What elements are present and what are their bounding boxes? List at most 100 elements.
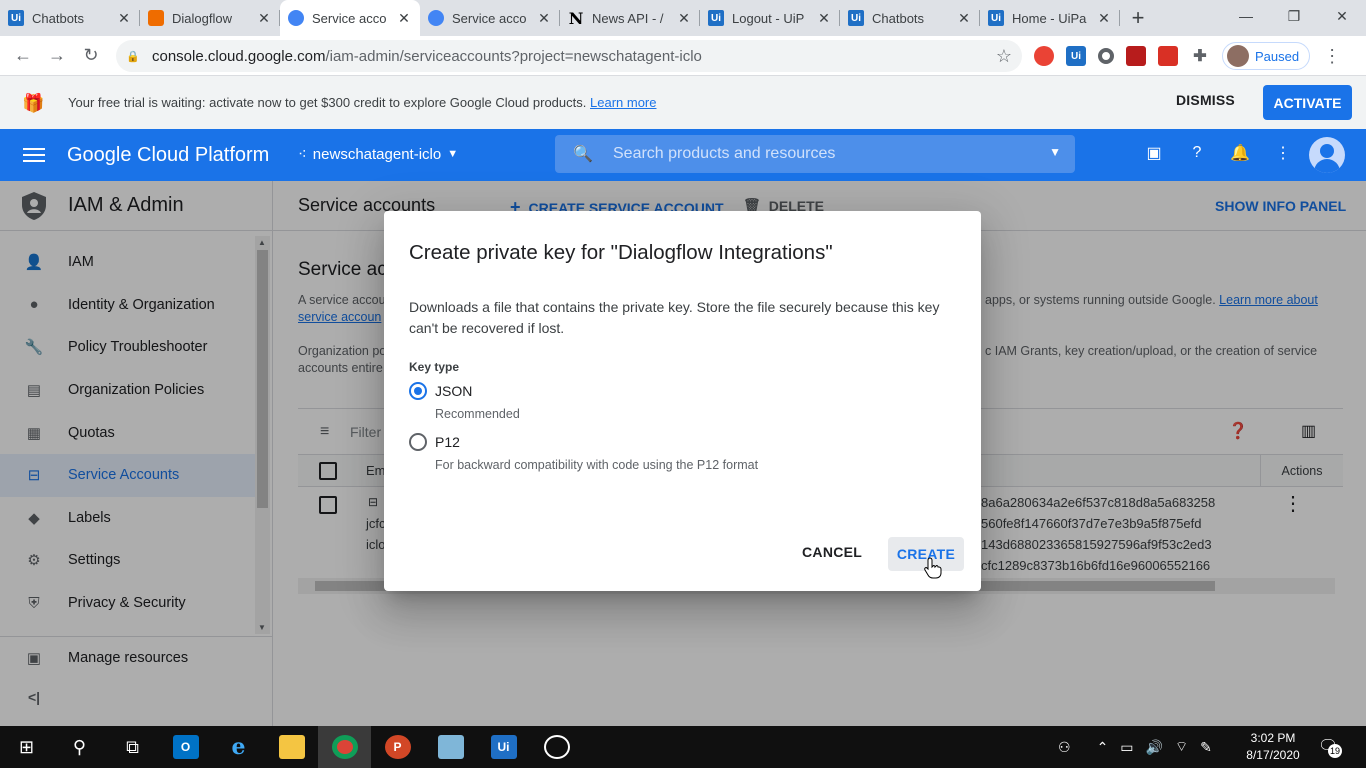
account-avatar[interactable] [1309,137,1345,173]
browser-tab-active[interactable]: Service acco ✕ [280,0,420,36]
file-explorer-icon[interactable] [265,726,318,768]
edge-icon[interactable]: e [212,726,265,768]
project-name: newschatagent-iclo [312,145,442,163]
cancel-button[interactable]: CANCEL [802,544,862,560]
p12-radio[interactable] [409,433,427,451]
profile-status: Paused [1255,48,1300,64]
chevron-down-icon: ▼ [447,148,459,160]
hand-cursor-icon [924,557,942,579]
url-host: console.cloud.google.com [152,47,326,65]
chrome-icon[interactable] [318,726,371,768]
json-option-label[interactable]: JSON [435,383,472,399]
browser-tab[interactable]: Ui Chatbots ✕ [840,0,980,36]
browser-tab[interactable]: Ui Home - UiPa ✕ [980,0,1120,36]
battery-icon[interactable]: ▭ [1120,739,1133,756]
browser-tab[interactable]: Ui Logout - UiP ✕ [700,0,840,36]
project-selector[interactable]: ⁖ newschatagent-iclo ▼ [298,145,459,164]
activate-button[interactable]: ACTIVATE [1263,85,1352,120]
close-window-icon[interactable]: ✕ [1318,0,1366,32]
clock-time: 3:02 PM [1250,731,1296,745]
back-icon[interactable]: ← [6,39,40,73]
taskbar-clock[interactable]: 3:02 PM 8/17/2020 [1238,730,1308,764]
hamburger-menu-icon[interactable] [23,144,45,166]
bell-icon[interactable]: 🔔 [1230,143,1250,163]
close-icon[interactable]: ✕ [536,10,552,27]
restore-icon[interactable]: ❐ [1270,0,1318,32]
clock-date: 8/17/2020 [1246,748,1300,762]
banner-message: Your free trial is waiting: activate now… [68,95,656,110]
gcp-shield-icon [428,10,444,26]
project-icon: ⁖ [298,146,307,163]
close-icon[interactable]: ✕ [1096,10,1112,27]
uipath-extension-icon[interactable]: Ui [1066,46,1086,66]
profile-button[interactable]: Paused [1222,42,1311,70]
gcp-brand[interactable]: Google Cloud Platform [67,144,269,167]
windows-start-icon[interactable]: ⊞ [0,726,53,768]
browser-menu-icon[interactable]: ⋮ [1322,46,1342,67]
tab-title: Service acco [312,10,387,26]
uipath-icon: Ui [8,10,24,26]
json-radio[interactable] [409,382,427,400]
minimize-icon[interactable]: — [1222,0,1270,32]
gcp-shield-icon [288,10,304,26]
volume-icon[interactable]: 🔊 [1146,739,1163,756]
learn-more-link[interactable]: Learn more [590,95,656,110]
browser-tab[interactable]: Service acco ✕ [420,0,560,36]
close-icon[interactable]: ✕ [256,10,272,27]
newsapi-icon: N [568,8,584,28]
tab-title: Logout - UiP [732,10,805,26]
notification-count: 19 [1328,744,1342,758]
browser-tab[interactable]: Ui Chatbots ✕ [0,0,140,36]
search-bar[interactable]: 🔍 Search products and resources ▼ [555,135,1075,173]
new-tab-button[interactable]: + [1120,0,1156,36]
chevron-up-icon[interactable]: ⌃ [1097,739,1109,756]
close-icon[interactable]: ✕ [956,10,972,27]
extensions-area: Ui ✚ Paused ⋮ [1034,42,1342,70]
action-center-icon[interactable]: 🗨19 [1318,736,1342,758]
dismiss-button[interactable]: DISMISS [1176,92,1235,108]
p12-option-label[interactable]: P12 [435,434,460,450]
uipath-studio-icon[interactable]: Ui [477,726,530,768]
cloud-shell-icon[interactable]: ▣ [1144,143,1164,163]
puzzle-icon[interactable]: ✚ [1190,46,1210,66]
obs-icon[interactable] [530,726,583,768]
gcp-header: Google Cloud Platform ⁖ newschatagent-icl… [0,129,1366,181]
outlook-icon[interactable]: O [159,726,212,768]
dialog-description: Downloads a file that contains the priva… [409,299,940,336]
people-icon[interactable]: ⚇ [1058,739,1071,756]
uipath-icon: Ui [848,10,864,26]
extension-icon[interactable] [1158,46,1178,66]
forward-icon[interactable]: → [40,39,74,73]
windows-taskbar: ⊞ ⚲ ⧉ O e P Ui ⚇ ⌃ ▭ 🔊 ⌔ ✎ 3:02 PM 8/17/2… [0,726,1366,768]
close-icon[interactable]: ✕ [816,10,832,27]
header-icons: ▣ ? 🔔 ⋮ [1144,143,1293,163]
chevron-down-icon[interactable]: ▼ [1049,145,1061,159]
task-view-icon[interactable]: ⧉ [106,726,159,768]
extension-icon[interactable] [1098,48,1114,64]
search-input[interactable]: Search products and resources [613,145,835,163]
system-tray: ⚇ ⌃ ▭ 🔊 ⌔ ✎ [1058,726,1212,768]
search-icon[interactable]: ⚲ [53,726,106,768]
create-private-key-dialog: Create private key for "Dialogflow Integ… [384,211,981,591]
help-icon[interactable]: ? [1187,143,1207,163]
tab-title: Dialogflow [172,10,232,26]
pen-icon[interactable]: ✎ [1200,739,1212,756]
pdf-extension-icon[interactable] [1126,46,1146,66]
reload-icon[interactable]: ↻ [74,39,108,73]
banner-text: Your free trial is waiting: activate now… [68,95,587,110]
gift-icon: 🎁 [22,92,45,113]
dialogflow-icon [148,10,164,26]
bookmark-star-icon[interactable]: ☆ [996,46,1012,67]
close-icon[interactable]: ✕ [116,10,132,27]
address-bar[interactable]: 🔒 console.cloud.google.com/iam-admin/ser… [116,40,1022,72]
extension-icon[interactable] [1034,46,1054,66]
browser-tab[interactable]: N News API - / ✕ [560,0,700,36]
browser-tab[interactable]: Dialogflow ✕ [140,0,280,36]
notepad-icon[interactable] [424,726,477,768]
wifi-icon[interactable]: ⌔ [1175,738,1188,756]
close-icon[interactable]: ✕ [396,10,412,27]
uipath-icon: Ui [708,10,724,26]
close-icon[interactable]: ✕ [676,10,692,27]
more-vert-icon[interactable]: ⋮ [1273,143,1293,163]
powerpoint-icon[interactable]: P [371,726,424,768]
